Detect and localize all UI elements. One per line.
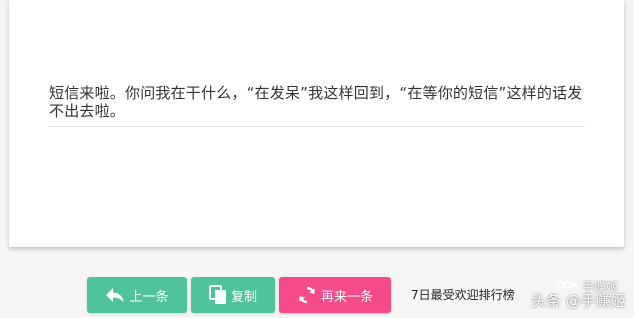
watermark-credit: 头条 @手赚姬	[531, 292, 626, 310]
next-button[interactable]: 再来一条	[279, 277, 391, 313]
prev-button-label: 上一条	[129, 289, 169, 305]
next-button-label: 再来一条	[320, 289, 373, 305]
prev-button[interactable]: 上一条	[87, 277, 187, 313]
ranking-link[interactable]: 7日最受欢迎排行榜	[411, 286, 515, 303]
divider	[48, 126, 585, 127]
copy-button-label: 复制	[230, 289, 257, 305]
refresh-icon	[297, 285, 317, 305]
text-card: 短信来啦。你问我在干什么，“在发呆”我这样回到，“在等你的短信”这样的话发不出去…	[9, 0, 624, 247]
copy-icon	[208, 285, 227, 305]
copy-button[interactable]: 复制	[191, 277, 275, 313]
back-arrow-icon	[105, 287, 125, 303]
sms-text: 短信来啦。你问我在干什么，“在发呆”我这样回到，“在等你的短信”这样的话发不出去…	[49, 84, 583, 120]
